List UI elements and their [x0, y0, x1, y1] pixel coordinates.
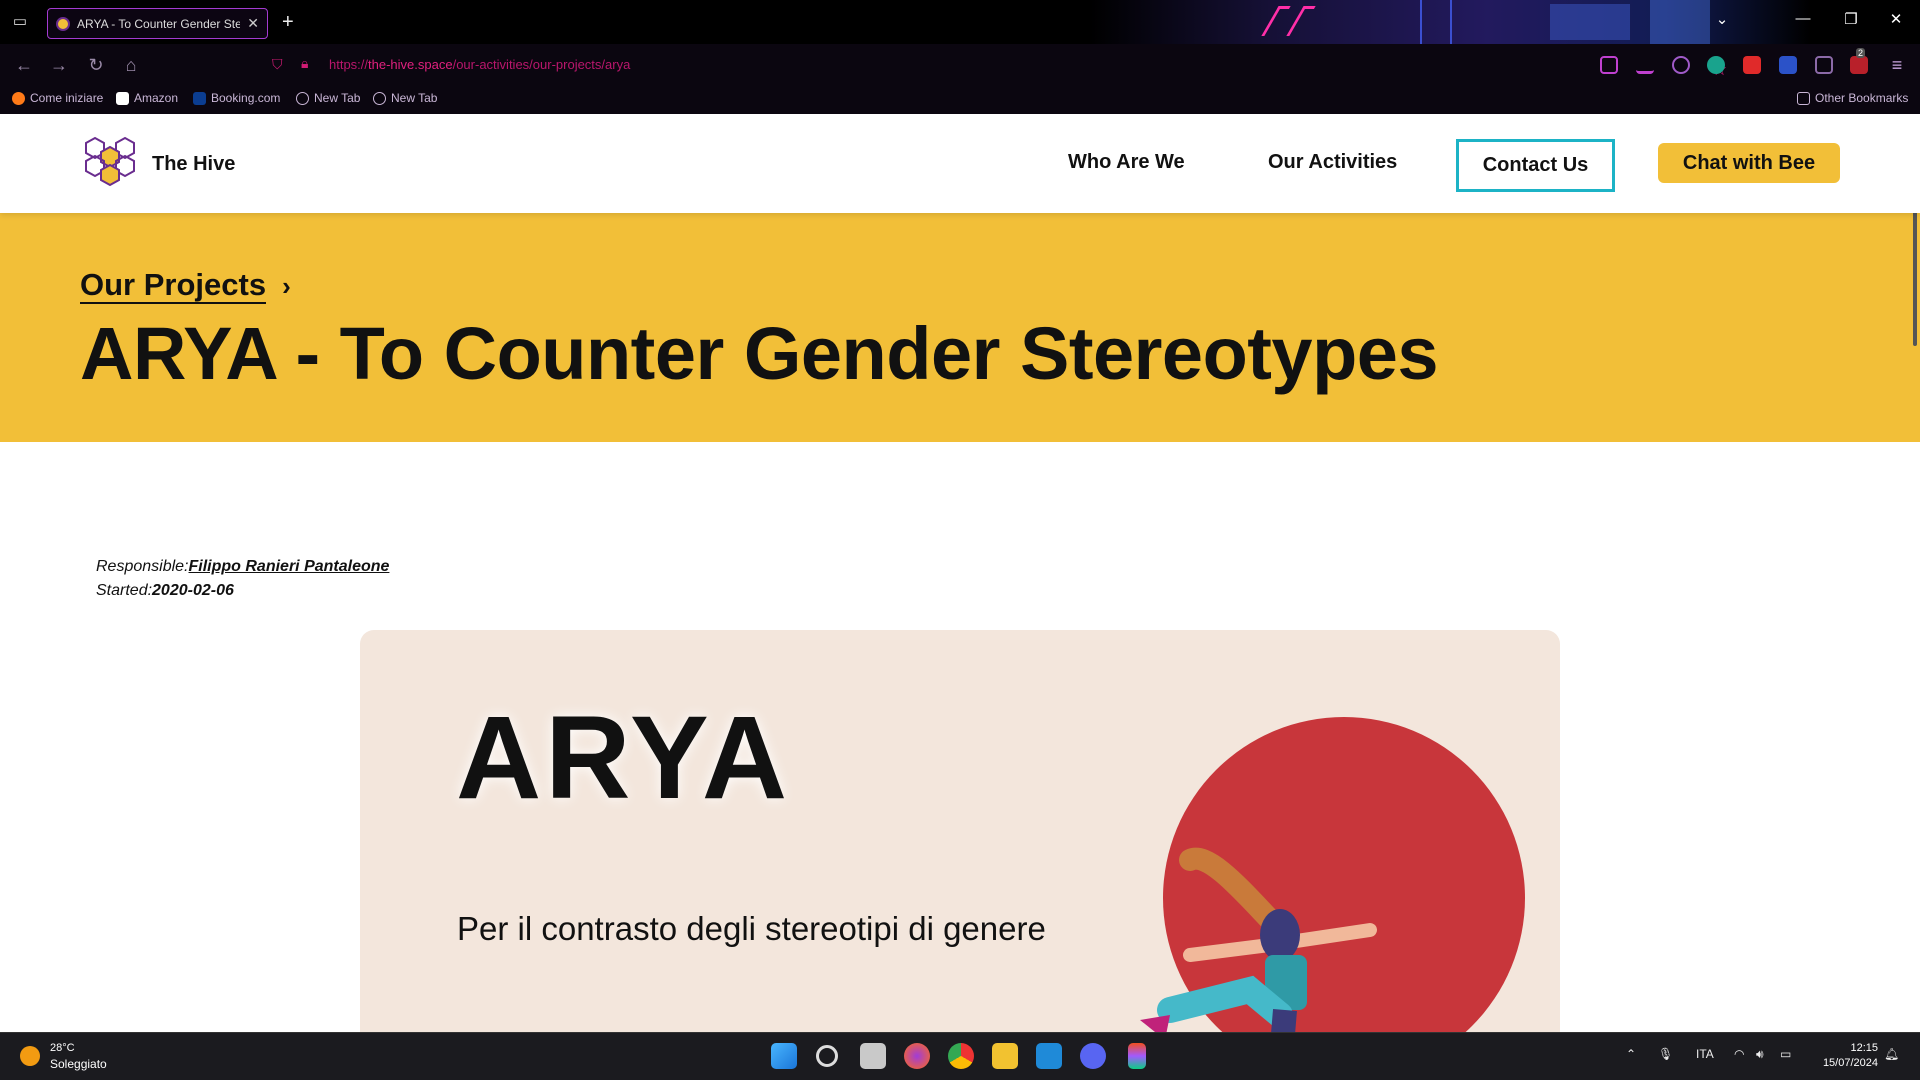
- web-page: The Hive Who Are We Our Activities Conta…: [0, 114, 1920, 1032]
- browser-toolbar: ← → ↻ ⌂ ⛉ 🔒︎ https://the-hive.space/our-…: [0, 44, 1920, 86]
- bookmark-new-tab-1[interactable]: New Tab: [296, 91, 360, 105]
- breadcrumb: Our Projects ›: [80, 268, 291, 304]
- reload-icon[interactable]: ↻: [85, 54, 107, 76]
- responsible-row: Responsible:Filippo Ranieri Pantaleone: [96, 555, 389, 579]
- cover-title: ARYA: [456, 692, 792, 824]
- chevron-right-icon: ›: [282, 270, 291, 301]
- project-cover-image: ARYA Per il contrasto degli stereotipi d…: [360, 630, 1560, 1032]
- menu-icon[interactable]: ≡: [1886, 54, 1908, 76]
- address-bar[interactable]: ⛉ 🔒︎ https://the-hive.space/our-activiti…: [264, 50, 1727, 80]
- page-hero: Our Projects › ARYA - To Counter Gender …: [0, 213, 1920, 442]
- started-label: Started:: [96, 582, 153, 599]
- file-explorer-icon[interactable]: [992, 1043, 1018, 1069]
- clock-date: 15/07/2024: [1822, 1057, 1878, 1069]
- amazon-icon: [116, 91, 129, 105]
- task-view-icon[interactable]: [860, 1043, 886, 1069]
- brand-name: The Hive: [152, 152, 236, 175]
- site-header: The Hive Who Are We Our Activities Conta…: [0, 114, 1920, 213]
- folder-icon: [1797, 91, 1810, 105]
- pocket-icon[interactable]: [1600, 56, 1618, 74]
- discord-icon[interactable]: [1080, 1043, 1106, 1069]
- nav-our-activities[interactable]: Our Activities: [1268, 151, 1397, 174]
- downloads-icon[interactable]: [1636, 56, 1654, 74]
- globe-icon: [373, 91, 386, 105]
- bookmark-new-tab-2[interactable]: New Tab: [373, 91, 437, 105]
- bookmark-come-iniziare[interactable]: Come iniziare: [12, 91, 103, 105]
- bookmarks-bar: Come iniziare Amazon Booking.com New Tab…: [0, 86, 1920, 114]
- clock[interactable]: 12:15 15/07/2024: [1810, 1041, 1878, 1071]
- grammar-extension-icon[interactable]: [1707, 56, 1725, 74]
- back-icon[interactable]: ←: [13, 54, 35, 76]
- ublock-icon[interactable]: 2: [1850, 48, 1868, 74]
- page-title: ARYA - To Counter Gender Stereotypes: [80, 312, 1439, 395]
- battery-icon[interactable]: ▭: [1780, 1047, 1791, 1061]
- started-row: Started:2020-02-06: [96, 579, 389, 603]
- lock-icon[interactable]: 🔒︎: [301, 55, 308, 72]
- contact-us-button[interactable]: Contact Us: [1456, 139, 1615, 192]
- windows-start-icon[interactable]: [771, 1043, 797, 1069]
- tab-title: ARYA - To Counter Gender Stereotypes: [77, 16, 241, 31]
- language-indicator[interactable]: ITA: [1696, 1047, 1714, 1061]
- microphone-icon[interactable]: 🎙︎: [1658, 1047, 1673, 1061]
- tray-chevron-up-icon[interactable]: ⌃: [1626, 1047, 1636, 1061]
- other-bookmarks[interactable]: Other Bookmarks: [1797, 91, 1908, 105]
- sun-icon[interactable]: [20, 1046, 40, 1066]
- clock-time: 12:15: [1850, 1042, 1878, 1054]
- chat-with-bee-label: Chat with Bee: [1682, 151, 1816, 174]
- contact-us-label: Contact Us: [1482, 154, 1589, 176]
- responsible-label: Responsible:: [96, 558, 189, 575]
- forward-icon[interactable]: →: [48, 54, 70, 76]
- nav-who-are-we[interactable]: Who Are We: [1068, 151, 1185, 174]
- notification-bell-icon[interactable]: 🔔︎: [1884, 1047, 1899, 1061]
- bookmark-booking[interactable]: Booking.com: [193, 91, 280, 105]
- extensions-icon[interactable]: [1815, 56, 1833, 74]
- tracking-protection-icon[interactable]: ⛉: [272, 56, 288, 72]
- minimize-icon[interactable]: —: [1788, 10, 1818, 27]
- hive-logo-icon: [85, 136, 135, 187]
- hive-favicon-icon: [56, 16, 70, 31]
- booking-icon: [193, 91, 206, 105]
- restore-icon[interactable]: ❐: [1836, 10, 1866, 28]
- theme-background: [1090, 0, 1810, 44]
- figma-icon[interactable]: [1128, 1043, 1146, 1069]
- account-icon[interactable]: [1672, 56, 1690, 74]
- close-tab-icon[interactable]: ✕: [247, 15, 259, 32]
- firefox-icon: [12, 91, 25, 105]
- browser-tab-active[interactable]: ARYA - To Counter Gender Stereotypes ✕: [47, 8, 268, 39]
- weather-description[interactable]: Soleggiato: [50, 1057, 107, 1071]
- brand-logo-link[interactable]: The Hive: [80, 134, 235, 194]
- volume-icon[interactable]: 🔊︎: [1756, 1047, 1764, 1062]
- firefox-taskbar-icon[interactable]: [904, 1043, 930, 1069]
- windows-taskbar: 28°C Soleggiato ⌃ 🎙︎ ITA ◠ 🔊︎ ▭ 12:15 15…: [0, 1032, 1920, 1080]
- vscode-icon[interactable]: [1036, 1043, 1062, 1069]
- browser-tab-bar: ▭ ARYA - To Counter Gender Stereotypes ✕…: [0, 0, 1920, 44]
- illustration-figure: [1140, 847, 1377, 1032]
- home-icon[interactable]: ⌂: [120, 54, 142, 76]
- close-window-icon[interactable]: ✕: [1881, 10, 1911, 28]
- new-tab-icon[interactable]: +: [282, 10, 294, 34]
- bitwarden-icon[interactable]: [1779, 56, 1797, 74]
- globe-icon: [296, 91, 309, 105]
- cover-subtitle: Per il contrasto degli stereotipi di gen…: [457, 910, 1046, 947]
- url-text[interactable]: https://the-hive.space/our-activities/ou…: [329, 57, 630, 72]
- breadcrumb-our-projects[interactable]: Our Projects: [80, 268, 267, 304]
- wifi-icon[interactable]: ◠: [1734, 1047, 1744, 1061]
- chrome-icon[interactable]: [948, 1043, 974, 1069]
- project-meta: Responsible:Filippo Ranieri Pantaleone S…: [96, 555, 389, 603]
- bookmark-amazon[interactable]: Amazon: [116, 91, 178, 105]
- tab-list-icon[interactable]: ▭: [10, 12, 30, 32]
- search-icon[interactable]: [816, 1045, 838, 1067]
- responsible-link[interactable]: Filippo Ranieri Pantaleone: [189, 558, 390, 575]
- password-extension-icon[interactable]: [1743, 56, 1761, 74]
- chat-with-bee-button[interactable]: Chat with Bee: [1658, 143, 1840, 183]
- extension-badge: 2: [1856, 48, 1866, 58]
- list-all-tabs-icon[interactable]: ⌄: [1707, 10, 1737, 28]
- weather-temperature[interactable]: 28°C: [50, 1042, 75, 1054]
- started-value: 2020-02-06: [152, 582, 234, 599]
